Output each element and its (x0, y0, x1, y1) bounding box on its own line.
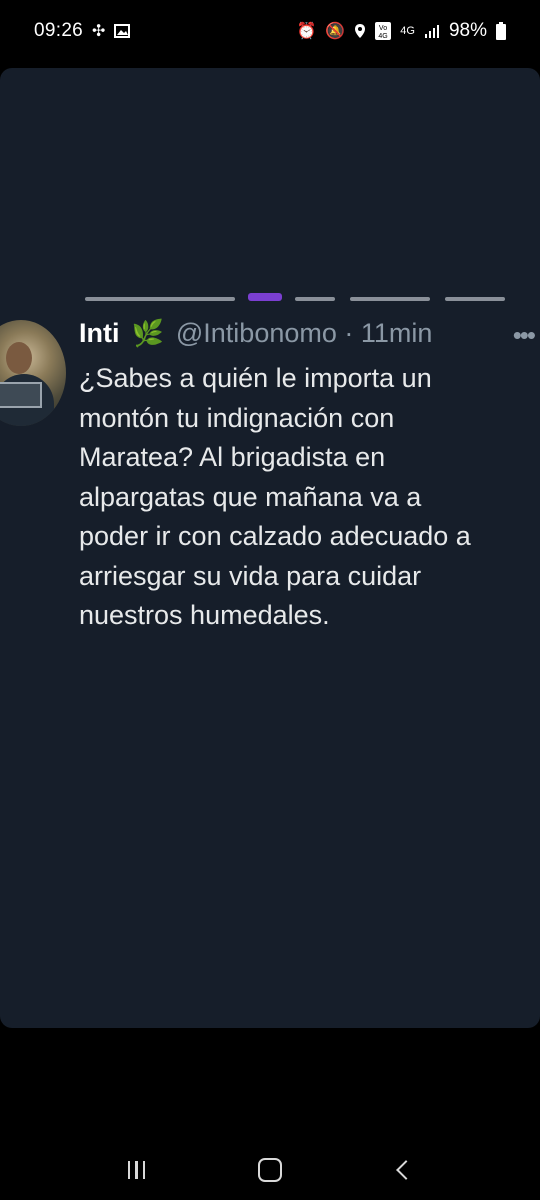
svg-text:Vo: Vo (379, 25, 387, 32)
status-left: 09:26 ✣ (34, 20, 131, 42)
display-name[interactable]: Inti (79, 318, 120, 349)
image-icon (114, 24, 131, 38)
home-icon (257, 1158, 282, 1182)
tweet-text-line: poder ir con calzado adecuado a (79, 521, 471, 551)
tweet-text-line: alpargatas que mañana va a (79, 481, 422, 512)
svg-text:4G: 4G (379, 33, 388, 40)
status-bar: 09:26 ✣ ⏰ 🔕 Vo 4G 4G 98% (0, 0, 540, 62)
mute-icon: 🔕 (325, 23, 346, 40)
network-4g-icon: 4G (400, 25, 415, 37)
tweet-text: ¿Sabes a quién le importa un montón tu i… (79, 359, 529, 636)
tweet-text-line: nuestros humedales. (79, 600, 330, 630)
tweet-header: Inti 🌿 @Intibonomo · 11min (79, 318, 529, 349)
tweet-text-line: Maratea? Al brigadista en (79, 442, 386, 472)
alarm-icon: ⏰ (296, 23, 317, 40)
pinwheel-icon: ✣ (92, 23, 106, 40)
recents-icon (127, 1161, 146, 1179)
volte-icon: Vo 4G (375, 22, 392, 40)
status-time: 09:26 (34, 20, 84, 41)
tweet-text-line: ¿Sabes a quién le importa un (79, 363, 432, 393)
avatar[interactable] (0, 320, 66, 426)
recents-button[interactable] (107, 1150, 167, 1190)
back-icon (396, 1160, 417, 1180)
status-right: ⏰ 🔕 Vo 4G 4G 98% (296, 20, 506, 42)
signal-icon (424, 24, 440, 38)
leaf-icon: 🌿 (131, 318, 164, 348)
location-icon (354, 23, 366, 39)
more-options-icon[interactable]: ••• (513, 320, 536, 351)
battery-icon (496, 22, 506, 40)
navigation-bar (0, 1140, 540, 1200)
handle-and-time: @Intibonomo · 11min (175, 318, 433, 348)
tweet-card[interactable]: Inti 🌿 @Intibonomo · 11min ••• ¿Sabes a … (0, 68, 540, 1028)
home-button[interactable] (240, 1150, 300, 1190)
tweet-text-line: montón tu indignación con (79, 402, 395, 433)
back-button[interactable] (373, 1150, 433, 1190)
cropped-text-line (85, 293, 505, 303)
tweet-text-line: arriesgar su vida para cuidar (79, 560, 422, 591)
battery-percent: 98% (448, 20, 487, 41)
